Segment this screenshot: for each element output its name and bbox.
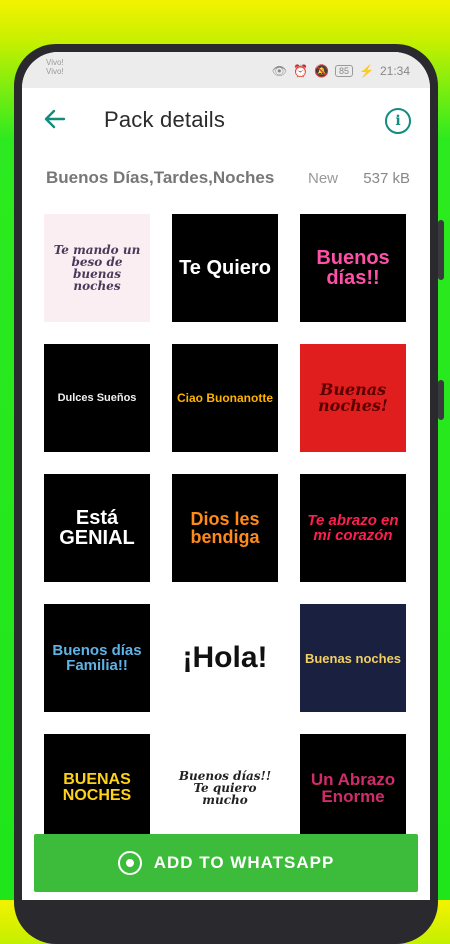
sticker-text: Un Abrazo Enorme — [310, 770, 396, 806]
sticker-4[interactable]: Dulces Sueños — [44, 344, 150, 452]
alarm-icon: ⏰ — [293, 64, 309, 78]
sticker-text: Dulces Sueños — [57, 391, 137, 404]
sticker-text: Te abrazo en mi corazón — [307, 512, 399, 544]
app-bar: Pack details i — [22, 88, 430, 154]
clock-time: 21:34 — [379, 64, 410, 78]
eye-icon: 👁 — [271, 64, 288, 78]
sticker-11[interactable]: ¡Hola! — [172, 604, 278, 712]
arrow-left-icon — [44, 109, 66, 129]
sticker-2[interactable]: Te Quiero — [172, 214, 278, 322]
whatsapp-icon — [117, 851, 142, 875]
sticker-15[interactable]: Un Abrazo Enorme — [300, 734, 406, 842]
status-bar: Vivo! Vivo! 👁 ⏰ 🔕 85 ⚡ 21:34 — [22, 52, 430, 88]
sticker-6[interactable]: Buenas noches! — [300, 344, 406, 452]
volume-button — [438, 220, 444, 280]
status-icons: 👁 ⏰ 🔕 85 ⚡ 21:34 — [272, 64, 410, 78]
sticker-text: Buenas noches! — [318, 380, 388, 415]
pack-name: Buenos Días,Tardes,Noches — [46, 168, 275, 187]
sticker-13[interactable]: BUENAS NOCHES — [44, 734, 150, 842]
sticker-text: Dios les bendiga — [190, 509, 260, 547]
sticker-14[interactable]: Buenos días!! Te quiero mucho — [172, 734, 278, 842]
add-to-whatsapp-button[interactable]: ADD TO WHATSAPP — [34, 834, 418, 892]
sticker-text: Está GENIAL — [59, 507, 135, 549]
sticker-text: ¡Hola! — [182, 641, 268, 674]
new-badge: New — [308, 170, 339, 187]
sticker-3[interactable]: Buenos días!! — [300, 214, 406, 322]
back-button[interactable] — [42, 106, 68, 132]
info-circle-icon: i — [395, 113, 401, 129]
app-screen: Vivo! Vivo! 👁 ⏰ 🔕 85 ⚡ 21:34 Pack detail… — [22, 52, 430, 900]
sticker-10[interactable]: Buenos días Familia!! — [44, 604, 150, 712]
info-button[interactable]: i — [385, 108, 411, 134]
pack-size: 537 kB — [363, 170, 410, 187]
sticker-text: Te Quiero — [179, 257, 271, 279]
battery-icon: 85 — [335, 65, 354, 77]
sticker-7[interactable]: Está GENIAL — [44, 474, 150, 582]
sticker-9[interactable]: Te abrazo en mi corazón — [300, 474, 406, 582]
sticker-text: BUENAS NOCHES — [62, 771, 132, 804]
power-button — [438, 380, 444, 420]
add-button-label: ADD TO WHATSAPP — [153, 853, 335, 872]
carrier-info: Vivo! Vivo! — [46, 58, 64, 76]
sticker-text: Buenos días Familia!! — [52, 642, 142, 674]
pack-header: Buenos Días,Tardes,Noches New 537 kB — [46, 164, 410, 192]
sticker-12[interactable]: Buenas noches — [300, 604, 406, 712]
mute-icon: 🔕 — [314, 64, 329, 78]
carrier-bottom: Vivo! — [46, 67, 64, 76]
sticker-text: Ciao Buonanotte — [177, 391, 273, 405]
charging-icon: ⚡ — [359, 64, 374, 78]
sticker-text: Buenas noches — [304, 650, 402, 666]
sticker-1[interactable]: Te mando un beso de buenas noches — [44, 214, 150, 322]
sticker-text: Te mando un beso de buenas noches — [53, 243, 141, 293]
sticker-text: Buenos días!! Te quiero mucho — [178, 769, 272, 807]
carrier-top: Vivo! — [46, 58, 64, 67]
sticker-text: Buenos días!! — [316, 247, 390, 289]
sticker-5[interactable]: Ciao Buonanotte — [172, 344, 278, 452]
page-title: Pack details — [104, 107, 226, 132]
sticker-8[interactable]: Dios les bendiga — [172, 474, 278, 582]
